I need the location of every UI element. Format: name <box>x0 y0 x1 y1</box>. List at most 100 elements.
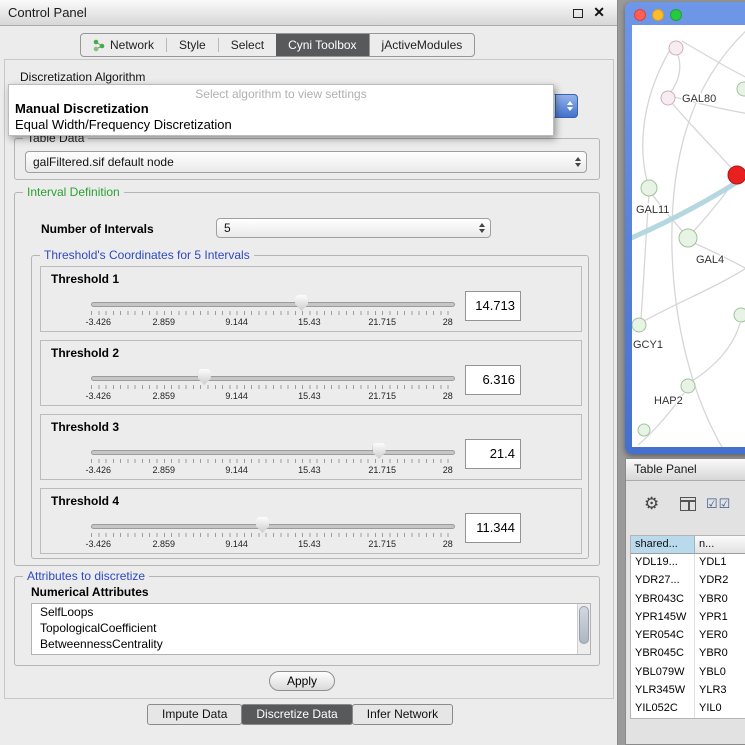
dropdown-item-manual-discretization[interactable]: Manual Discretization <box>9 101 553 117</box>
dropdown-item-equal-width-frequency[interactable]: Equal Width/Frequency Discretization <box>9 117 553 133</box>
table-data-group: Table Data galFiltered.sif default node <box>14 138 600 180</box>
column-header-name[interactable]: n... <box>695 536 745 554</box>
cell[interactable]: YBR0 <box>695 591 745 609</box>
network-node[interactable] <box>669 41 683 55</box>
tab-jactivemodules[interactable]: jActiveModules <box>369 34 475 56</box>
cell[interactable]: YBL079W <box>631 664 695 682</box>
tab-style[interactable]: Style <box>167 34 218 56</box>
list-item[interactable]: BetweennessCentrality <box>32 636 590 652</box>
tab-impute-data[interactable]: Impute Data <box>147 704 242 725</box>
number-of-intervals-value: 5 <box>224 221 231 235</box>
table-row[interactable]: YBR045CYBR0 <box>631 645 745 663</box>
zoom-traffic-light-icon[interactable] <box>670 9 682 21</box>
cell[interactable]: YER0 <box>695 627 745 645</box>
tab-infer-network[interactable]: Infer Network <box>352 704 453 725</box>
cell[interactable]: YBR045C <box>631 645 695 663</box>
cell[interactable]: YLR3 <box>695 682 745 700</box>
cell[interactable]: YLR345W <box>631 682 695 700</box>
cell[interactable]: YDR2 <box>695 572 745 590</box>
column-header-shared-name[interactable]: shared... <box>631 536 695 554</box>
network-canvas[interactable]: GAL80 GAL11 GAL4 GCY1 HAP2 <box>632 25 745 447</box>
cell[interactable]: YIL052C <box>631 700 695 718</box>
network-node[interactable] <box>638 424 650 436</box>
cell[interactable]: YPR145W <box>631 609 695 627</box>
slider-thumb[interactable] <box>256 517 269 533</box>
selected-network-node[interactable] <box>728 166 745 184</box>
network-node[interactable] <box>737 82 745 96</box>
list-scrollbar[interactable] <box>577 604 590 654</box>
tick-label: 15.43 <box>298 465 321 475</box>
slider-thumb[interactable] <box>373 443 386 459</box>
select-columns-icon[interactable]: ☑☑ <box>706 493 731 515</box>
table-row[interactable]: YLR345WYLR3 <box>631 682 745 700</box>
gear-icon[interactable]: ⚙ <box>644 493 659 515</box>
cell[interactable]: YDR27... <box>631 572 695 590</box>
columns-icon[interactable] <box>680 497 696 511</box>
tab-label: jActiveModules <box>382 38 463 52</box>
table-row[interactable]: YBR043CYBR0 <box>631 591 745 609</box>
cell[interactable]: YBR0 <box>695 645 745 663</box>
cell[interactable]: YDL19... <box>631 554 695 572</box>
network-node-hap2[interactable] <box>681 379 695 393</box>
cell[interactable]: YBR043C <box>631 591 695 609</box>
list-item[interactable]: SelfLoops <box>32 604 590 620</box>
tick-label: 21.715 <box>368 317 396 327</box>
tick-label: 9.144 <box>225 539 248 549</box>
cell[interactable]: YER054C <box>631 627 695 645</box>
table-row[interactable]: YDL19...YDL1 <box>631 554 745 572</box>
slider-track[interactable] <box>91 524 455 529</box>
table-panel-titlebar[interactable]: Table Panel <box>626 459 745 481</box>
combobox-stepper[interactable] <box>555 94 578 118</box>
network-node-gcy1[interactable] <box>632 318 646 332</box>
threshold-value-field[interactable]: 6.316 <box>465 365 521 395</box>
slider-thumb[interactable] <box>295 295 308 311</box>
threshold-slider[interactable]: -3.426 2.859 9.144 15.43 21.715 28 <box>91 291 455 329</box>
tab-network[interactable]: Network <box>81 34 166 56</box>
cell[interactable]: YPR1 <box>695 609 745 627</box>
network-node-gal80[interactable] <box>661 91 675 105</box>
dropdown-placeholder: Select algorithm to view settings <box>9 87 553 101</box>
threshold-label: Threshold 3 <box>51 420 119 434</box>
number-of-intervals-combobox[interactable]: 5 <box>216 218 491 238</box>
network-node-gal4[interactable] <box>679 229 697 247</box>
tick-label: -3.426 <box>86 391 112 401</box>
cell[interactable]: YIL0 <box>695 700 745 718</box>
table-row[interactable]: YIL052CYIL0 <box>631 700 745 718</box>
tab-select[interactable]: Select <box>219 34 276 56</box>
threshold-value-field[interactable]: 21.4 <box>465 439 521 469</box>
control-panel-titlebar[interactable]: Control Panel ✕ <box>0 0 617 26</box>
number-of-intervals-label: Number of Intervals <box>41 222 154 236</box>
threshold-slider[interactable]: -3.426 2.859 9.144 15.43 21.715 28 <box>91 439 455 477</box>
slider-track[interactable] <box>91 302 455 307</box>
table-row[interactable]: YBL079WYBL0 <box>631 664 745 682</box>
tab-discretize-data[interactable]: Discretize Data <box>241 704 352 725</box>
scrollbar-thumb[interactable] <box>579 606 589 644</box>
tick-label: 15.43 <box>298 539 321 549</box>
up-down-arrows-icon <box>479 223 485 233</box>
slider-track[interactable] <box>91 376 455 381</box>
slider-thumb[interactable] <box>198 369 211 385</box>
table-row[interactable]: YPR145WYPR1 <box>631 609 745 627</box>
slider-track[interactable] <box>91 450 455 455</box>
table-row[interactable]: YER054CYER0 <box>631 627 745 645</box>
threshold-slider[interactable]: -3.426 2.859 9.144 15.43 21.715 28 <box>91 513 455 551</box>
table-panel-toolbar: ⚙ ☑☑ <box>626 493 745 519</box>
tab-cyni-toolbox[interactable]: Cyni Toolbox <box>276 34 368 56</box>
close-traffic-light-icon[interactable] <box>634 9 646 21</box>
threshold-slider[interactable]: -3.426 2.859 9.144 15.43 21.715 28 <box>91 365 455 403</box>
threshold-value-field[interactable]: 14.713 <box>465 291 521 321</box>
cell[interactable]: YBL0 <box>695 664 745 682</box>
cell[interactable]: YDL1 <box>695 554 745 572</box>
tick-label: 9.144 <box>225 391 248 401</box>
threshold-value-field[interactable]: 11.344 <box>465 513 521 543</box>
network-node[interactable] <box>734 308 745 322</box>
float-window-icon[interactable] <box>573 9 583 18</box>
apply-button[interactable]: Apply <box>269 671 335 691</box>
list-item[interactable]: TopologicalCoefficient <box>32 620 590 636</box>
table-data-combobox[interactable]: galFiltered.sif default node <box>25 151 587 173</box>
minimize-traffic-light-icon[interactable] <box>652 9 664 21</box>
network-node-gal11[interactable] <box>641 180 657 196</box>
close-icon[interactable]: ✕ <box>593 4 605 21</box>
table-panel-title: Table Panel <box>634 462 697 476</box>
table-row[interactable]: YDR27...YDR2 <box>631 572 745 590</box>
